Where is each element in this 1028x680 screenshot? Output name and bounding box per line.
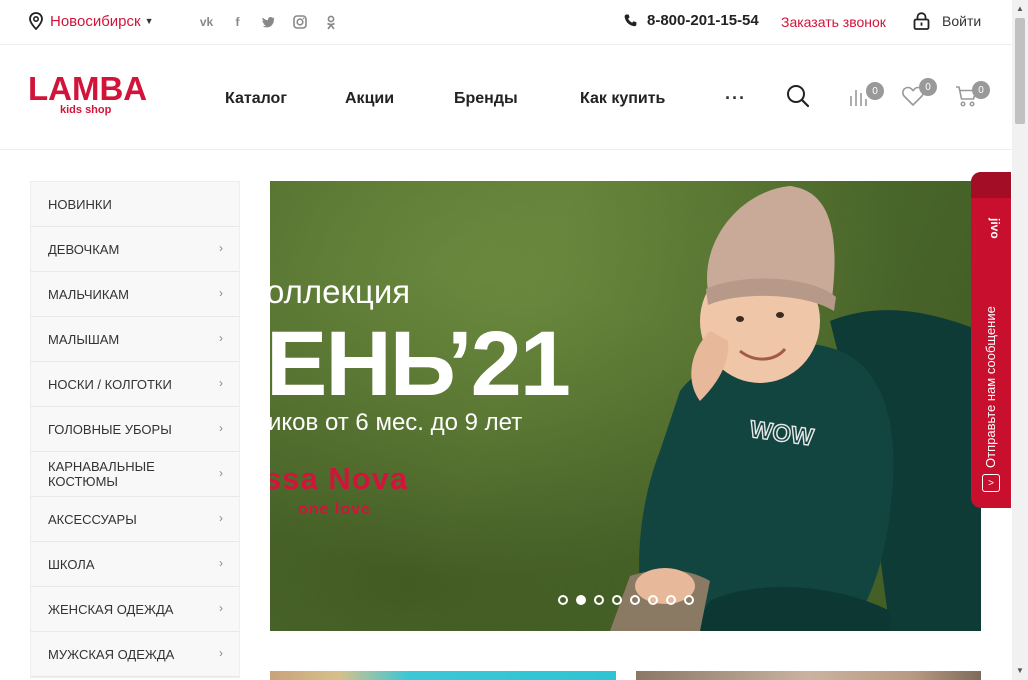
chevron-right-icon: › <box>219 376 223 390</box>
city-name: Новосибирск <box>50 12 141 30</box>
promo-card-left[interactable] <box>270 671 616 680</box>
nav-how-to-buy[interactable]: Как купить <box>580 90 665 108</box>
sidebar-item-label: ШКОЛА <box>48 556 95 572</box>
favorites-button[interactable]: 0 <box>901 78 941 114</box>
instagram-icon[interactable] <box>291 14 308 30</box>
logo[interactable]: LAMBA kids shop <box>28 70 148 116</box>
pagination-dot[interactable] <box>594 595 604 605</box>
sidebar-item-label: НОСКИ / КОЛГОТКИ <box>48 376 172 392</box>
pagination-dot[interactable] <box>612 595 622 605</box>
sidebar-item-label: МАЛЫШАМ <box>48 331 120 347</box>
search-icon[interactable] <box>786 84 810 108</box>
login-button[interactable]: Войти <box>913 12 981 30</box>
facebook-icon[interactable]: f <box>229 14 246 30</box>
banner-slogan: one love <box>298 501 371 518</box>
sidebar-item[interactable]: МАЛЬЧИКАМ › <box>31 272 239 317</box>
chevron-right-icon: › <box>219 601 223 615</box>
twitter-icon[interactable] <box>260 14 277 30</box>
compare-button[interactable]: 0 <box>848 82 888 114</box>
lock-icon <box>913 12 930 30</box>
banner-pagination <box>558 595 694 605</box>
logo-subtitle: kids shop <box>60 104 112 116</box>
sidebar-item-label: ГОЛОВНЫЕ УБОРЫ <box>48 421 172 437</box>
sidebar-item-label: НОВИНКИ <box>48 196 112 212</box>
pagination-dot[interactable] <box>558 595 568 605</box>
scroll-up-arrow-icon[interactable]: ▲ <box>1016 4 1024 13</box>
scroll-thumb[interactable] <box>1015 18 1025 124</box>
sidebar-item[interactable]: НОСКИ / КОЛГОТКИ › <box>31 362 239 407</box>
city-selector[interactable]: Новосибирск ▼ <box>28 12 154 30</box>
chat-widget[interactable]: jivo Отправьте нам сообщение > <box>971 172 1011 508</box>
more-menu-button[interactable]: ··· <box>725 88 746 109</box>
callback-link[interactable]: Заказать звонок <box>781 14 886 30</box>
chevron-right-icon: › <box>219 511 223 525</box>
catalog-sidebar: НОВИНКИ ДЕВОЧКАМ › МАЛЬЧИКАМ › МАЛЫШАМ › НОСКИ … <box>30 181 240 678</box>
chevron-right-icon: › <box>219 556 223 570</box>
nav-promotions[interactable]: Акции <box>345 90 394 108</box>
chevron-right-icon: › <box>219 466 223 480</box>
chevron-right-icon: › <box>219 421 223 435</box>
sidebar-item[interactable]: ЖЕНСКАЯ ОДЕЖДА › <box>31 587 239 632</box>
promo-banner[interactable]: оллекция ЕНЬ’21 иков от 6 мес. до 9 лет … <box>270 181 981 631</box>
phone-number: 8-800-201-15-54 <box>647 12 759 29</box>
vk-icon[interactable]: vk <box>198 14 215 30</box>
sidebar-item-label: ЖЕНСКАЯ ОДЕЖДА <box>48 601 174 617</box>
sidebar-item-label: МАЛЬЧИКАМ <box>48 286 129 302</box>
sidebar-item-label: КАРНАВАЛЬНЫЕ КОСТЮМЫ <box>48 459 155 489</box>
banner-heading: оллекция <box>270 273 411 310</box>
promo-card-right[interactable] <box>636 671 981 680</box>
banner-brand: ssa Nova <box>270 461 409 496</box>
phone-icon <box>624 14 637 27</box>
location-pin-icon <box>29 12 43 30</box>
chevron-down-icon: ▼ <box>144 16 154 26</box>
chevron-right-icon: › <box>219 331 223 345</box>
compare-count-badge: 0 <box>866 82 884 100</box>
chevron-right-icon: › <box>219 241 223 255</box>
pagination-dot[interactable] <box>630 595 640 605</box>
nav-catalog[interactable]: Каталог <box>225 90 287 108</box>
cart-button[interactable]: 0 <box>955 81 995 114</box>
chat-arrow-icon: > <box>982 474 1000 492</box>
sidebar-item[interactable]: ГОЛОВНЫЕ УБОРЫ › <box>31 407 239 452</box>
logo-text: LAMBA <box>28 70 148 107</box>
pagination-dot[interactable] <box>666 595 676 605</box>
sidebar-item[interactable]: МАЛЫШАМ › <box>31 317 239 362</box>
chevron-right-icon: › <box>219 646 223 660</box>
top-bar: Новосибирск ▼ vk f 8-800-201-15-54 Заказ… <box>0 0 1012 45</box>
page: Новосибирск ▼ vk f 8-800-201-15-54 Заказ… <box>0 0 1028 680</box>
sidebar-item-label: МУЖСКАЯ ОДЕЖДА <box>48 646 175 662</box>
page-scrollbar[interactable]: ▲ ▼ <box>1012 0 1028 680</box>
jivo-logo: jivo <box>988 218 1002 239</box>
pagination-dot[interactable] <box>648 595 658 605</box>
main-header: LAMBA kids shop Каталог Акции Бренды Как… <box>0 46 1012 150</box>
pagination-dot[interactable] <box>684 595 694 605</box>
sidebar-item-label: ДЕВОЧКАМ <box>48 241 120 257</box>
sidebar-item[interactable]: АКСЕССУАРЫ › <box>31 497 239 542</box>
favorites-count-badge: 0 <box>919 78 937 96</box>
chat-widget-label: Отправьте нам сообщение <box>983 306 998 468</box>
sidebar-item[interactable]: НОВИНКИ <box>31 182 239 227</box>
sidebar-item[interactable]: ДЕВОЧКАМ › <box>31 227 239 272</box>
nav-brands[interactable]: Бренды <box>454 90 518 108</box>
phone-link[interactable]: 8-800-201-15-54 <box>624 12 759 29</box>
chat-widget-top <box>971 172 1011 198</box>
banner-age-range: иков от 6 мес. до 9 лет <box>270 409 523 436</box>
chevron-right-icon: › <box>219 286 223 300</box>
cart-count-badge: 0 <box>972 81 990 99</box>
scroll-down-arrow-icon[interactable]: ▼ <box>1016 666 1024 675</box>
sidebar-item[interactable]: МУЖСКАЯ ОДЕЖДА › <box>31 632 239 677</box>
social-links: vk f <box>198 14 339 30</box>
pagination-dot[interactable] <box>576 595 586 605</box>
sidebar-item-label: АКСЕССУАРЫ <box>48 511 137 527</box>
banner-season: ЕНЬ’21 <box>270 313 571 415</box>
odnoklassniki-icon[interactable] <box>322 14 339 30</box>
login-label: Войти <box>942 13 982 29</box>
child-photo: WOW <box>610 186 981 631</box>
sidebar-item[interactable]: ШКОЛА › <box>31 542 239 587</box>
sidebar-item[interactable]: КАРНАВАЛЬНЫЕ КОСТЮМЫ › <box>31 452 239 497</box>
